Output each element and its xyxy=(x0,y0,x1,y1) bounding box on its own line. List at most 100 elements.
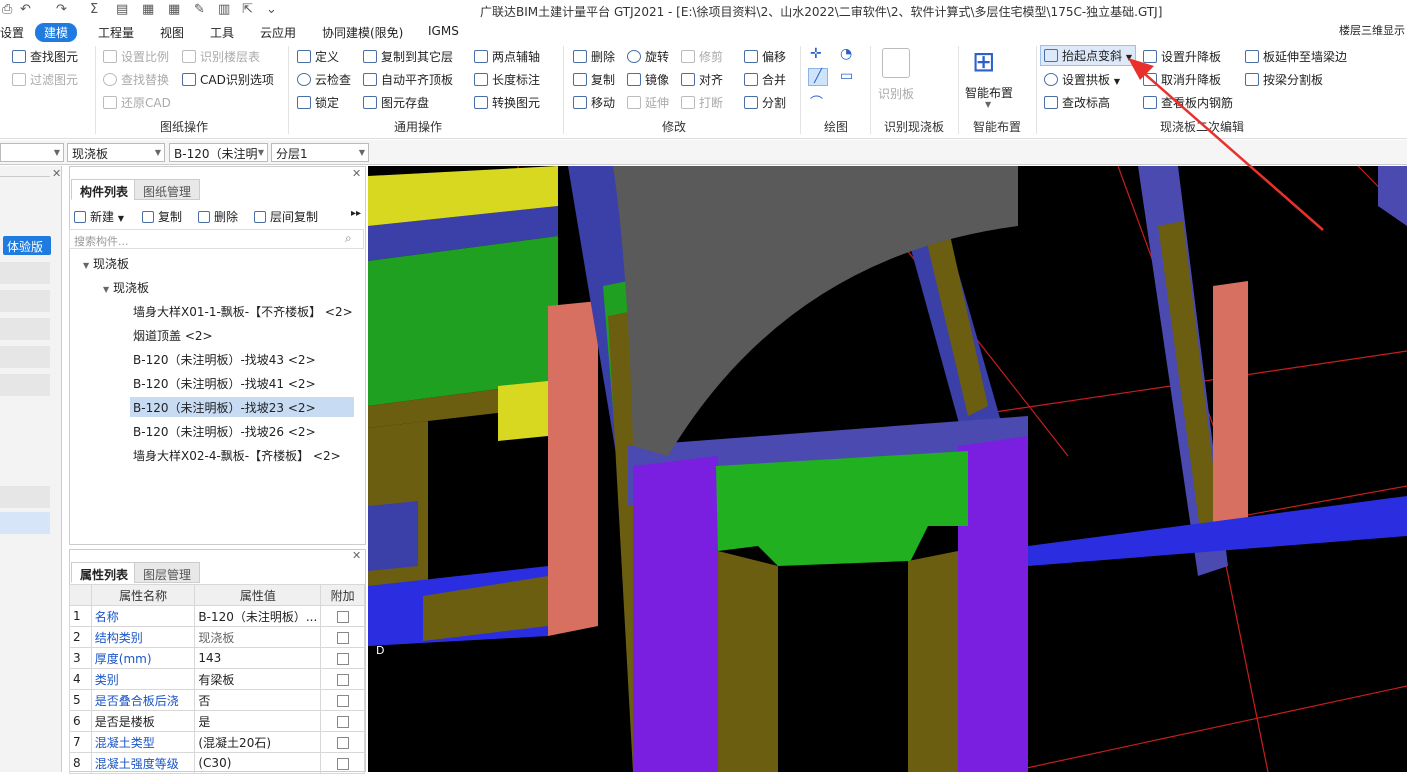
nav-item-selected[interactable] xyxy=(0,512,50,534)
close-icon[interactable]: ✕ xyxy=(352,167,361,180)
category-dropdown[interactable]: ▼ xyxy=(0,143,64,162)
table-row[interactable]: 4 类别 有梁板 xyxy=(69,668,365,690)
menu-settings[interactable]: 设置 xyxy=(0,24,24,41)
menu-view[interactable]: 视图 xyxy=(160,24,184,41)
menu-tools[interactable]: 工具 xyxy=(210,24,234,41)
chevron-down-icon[interactable]: ▼ xyxy=(985,100,991,109)
table-row[interactable]: 7 混凝土类型 (混凝土20石) xyxy=(69,731,365,753)
nav-item[interactable] xyxy=(0,318,50,340)
rect-draw-icon[interactable]: ▭ xyxy=(840,68,853,84)
floor-copy-button[interactable]: 层间复制 xyxy=(254,208,318,225)
more-icon[interactable]: ▸▸ xyxy=(351,208,361,219)
property-value[interactable]: 否 xyxy=(194,689,322,711)
column-icon[interactable]: ▥ xyxy=(218,2,230,20)
table-row[interactable]: 2 结构类别 现浇板 xyxy=(69,626,365,648)
set-arch-button[interactable]: 设置拱板 ▼ xyxy=(1044,71,1120,88)
property-value[interactable]: 有梁板 xyxy=(194,668,322,690)
find-element-button[interactable]: 查找图元 xyxy=(12,48,78,65)
nav-item[interactable] xyxy=(0,486,50,508)
component-item[interactable]: B-120（未注明板）-找坡41 <2> xyxy=(130,373,354,393)
grid2-icon[interactable]: ▦ xyxy=(168,2,180,20)
checkbox[interactable] xyxy=(336,610,349,623)
report-icon[interactable]: ▤ xyxy=(116,2,128,20)
merge-button[interactable]: 合并 xyxy=(744,71,786,88)
component-item-selected[interactable]: B-120（未注明板）-找坡23 <2> xyxy=(130,397,354,417)
checkbox[interactable] xyxy=(336,757,349,770)
pen-icon[interactable]: ✎ xyxy=(194,2,205,20)
group-general-ops[interactable]: 通用操作 xyxy=(394,118,442,135)
component-item[interactable]: B-120（未注明板）-找坡43 <2> xyxy=(130,349,354,369)
copy-to-floor-button[interactable]: 复制到其它层 xyxy=(363,48,453,65)
trim-button[interactable]: 修剪 xyxy=(681,48,723,65)
element-save-button[interactable]: 图元存盘 xyxy=(363,94,429,111)
extend-button[interactable]: 延伸 xyxy=(627,94,669,111)
copy-button[interactable]: 复制 xyxy=(573,71,615,88)
identify-floor-table-button[interactable]: 识别楼层表 xyxy=(182,48,260,65)
menu-quantity[interactable]: 工程量 xyxy=(98,24,134,41)
property-value[interactable]: 现浇板 xyxy=(194,626,322,648)
lock-button[interactable]: 锁定 xyxy=(297,94,339,111)
tab-property-list[interactable]: 属性列表 xyxy=(71,562,138,583)
move-button[interactable]: 移动 xyxy=(573,94,615,111)
component-dropdown[interactable]: B-120（未注明 ▼ xyxy=(169,143,268,162)
menu-collab[interactable]: 协同建模(限免) xyxy=(322,24,403,41)
smart-place-button[interactable]: 智能布置 xyxy=(965,84,1013,101)
tab-layer-management[interactable]: 图层管理 xyxy=(134,562,201,583)
auto-flush-top-button[interactable]: 自动平齐顶板 xyxy=(363,71,453,88)
tree-node-child[interactable]: ▼ 现浇板 xyxy=(100,277,152,297)
save-icon[interactable]: ⎙ xyxy=(2,2,12,20)
tab-drawing-management[interactable]: 图纸管理 xyxy=(134,179,201,200)
checkbox[interactable] xyxy=(336,694,349,707)
restore-cad-button[interactable]: 还原CAD xyxy=(103,94,171,111)
grid-icon[interactable]: ▦ xyxy=(142,2,154,20)
property-value[interactable]: (混凝土20石) xyxy=(194,731,322,753)
search-input[interactable]: 搜索构件... xyxy=(69,229,364,249)
checkbox[interactable] xyxy=(336,736,349,749)
circle-draw-icon[interactable]: ◔ xyxy=(840,46,852,62)
component-item[interactable]: 墙身大样X02-4-飘板-【齐楼板】 <2> xyxy=(130,445,354,465)
line-draw-icon[interactable]: ╱ xyxy=(808,68,828,86)
group-modify[interactable]: 修改 xyxy=(662,118,686,135)
close-icon[interactable]: ✕ xyxy=(52,167,61,180)
component-item[interactable]: 烟道顶盖 <2> xyxy=(130,325,354,345)
menu-modeling[interactable]: 建模 xyxy=(35,23,78,42)
checkbox[interactable] xyxy=(336,631,349,644)
property-value[interactable]: 143 xyxy=(194,647,322,669)
nav-item[interactable] xyxy=(0,290,50,312)
define-button[interactable]: 定义 xyxy=(297,48,339,65)
nav-item[interactable] xyxy=(0,262,50,284)
rotate-button[interactable]: 旋转 xyxy=(627,48,669,65)
mirror-button[interactable]: 镜像 xyxy=(627,71,669,88)
checkbox[interactable] xyxy=(336,652,349,665)
table-row[interactable]: 8 混凝土强度等级 (C30) xyxy=(69,752,365,774)
tab-component-list[interactable]: 构件列表 xyxy=(71,179,138,200)
copy-component-button[interactable]: 复制 xyxy=(142,208,182,225)
group-drawing-ops[interactable]: 图纸操作 xyxy=(160,118,208,135)
redo-icon[interactable]: ↷ xyxy=(56,2,67,20)
convert-element-button[interactable]: 转换图元 xyxy=(474,94,540,111)
arc-draw-icon[interactable]: ⌒ xyxy=(810,92,823,111)
type-dropdown[interactable]: 现浇板 ▼ xyxy=(67,143,165,162)
align-button[interactable]: 对齐 xyxy=(681,71,723,88)
tree-node-root[interactable]: ▼ 现浇板 xyxy=(80,253,132,273)
menu-cloud[interactable]: 云应用 xyxy=(260,24,296,41)
menu-igms[interactable]: IGMS xyxy=(428,24,459,38)
trial-badge[interactable]: 体验版 xyxy=(3,236,51,255)
property-value[interactable]: B-120（未注明板）... xyxy=(194,605,322,627)
nav-item[interactable] xyxy=(0,374,50,396)
component-item[interactable]: B-120（未注明板）-找坡26 <2> xyxy=(130,421,354,441)
identify-slab-button[interactable]: 识别板 xyxy=(878,85,914,102)
check-elevation-button[interactable]: 查改标高 xyxy=(1044,94,1110,111)
table-row[interactable]: 6 是否是楼板是 xyxy=(69,710,365,732)
cloud-check-button[interactable]: 云检查 xyxy=(297,71,351,88)
cad-options-button[interactable]: CAD识别选项 xyxy=(182,71,274,88)
3d-viewport[interactable]: D xyxy=(368,166,1407,772)
filter-element-button[interactable]: 过滤图元 xyxy=(12,71,78,88)
new-component-button[interactable]: 新建 ▼ xyxy=(74,208,124,225)
nav-item[interactable] xyxy=(0,346,50,368)
two-point-axis-button[interactable]: 两点辅轴 xyxy=(474,48,540,65)
break-button[interactable]: 打断 xyxy=(681,94,723,111)
sum-icon[interactable]: Σ xyxy=(90,2,98,20)
more-icon[interactable]: ⌄ xyxy=(266,2,277,20)
export-icon[interactable]: ⇱ xyxy=(242,2,253,20)
